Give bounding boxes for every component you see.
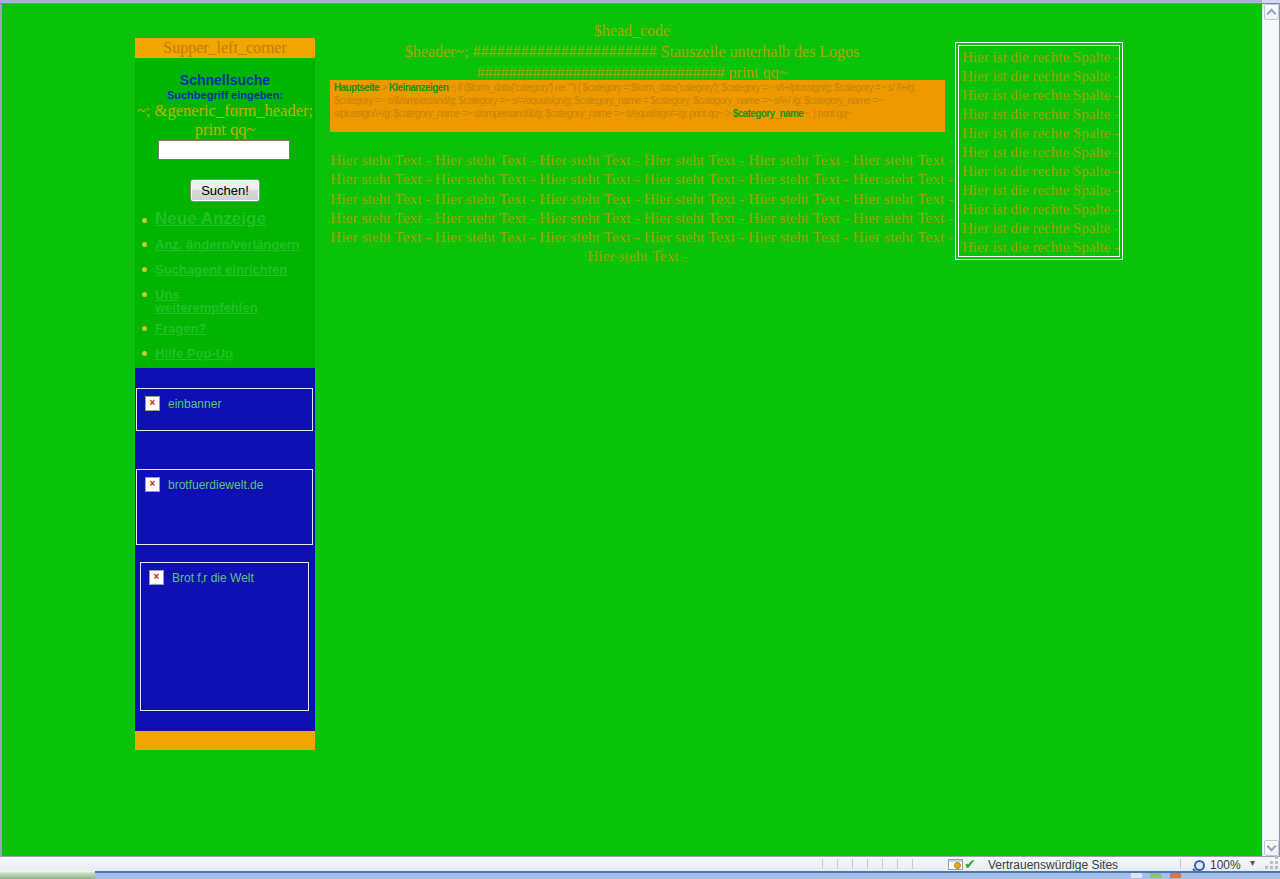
banner-label: einbanner [168, 397, 221, 411]
search-code-text: ~; &generic_form_header; print qq~ [128, 101, 322, 139]
right-line: Hier ist die rechte Spalte - [962, 86, 1119, 105]
chevron-up-icon [1267, 9, 1277, 19]
status-bar: ✔ Vertrauenswürdige Sites 100% ▾ [0, 856, 1280, 871]
right-line: Hier ist die rechte Spalte - [962, 238, 1119, 257]
right-line: Hier ist die rechte Spalte - [962, 143, 1119, 162]
right-line: Hier ist die rechte Spalte - [962, 105, 1119, 124]
search-button[interactable]: Suchen! [190, 179, 260, 202]
quick-search-subtitle: Suchbegriff eingeben: [135, 89, 315, 101]
sidebar-corner-header: Supper_left_corner [135, 38, 315, 58]
banner-label: brotfuerdiewelt.de [168, 478, 263, 492]
statusbar-separator [867, 859, 868, 869]
link-category-name[interactable]: $category_name [733, 108, 804, 119]
statusbar-separator [822, 859, 823, 869]
breadcrumb-separator: > [379, 82, 389, 93]
top-edge-cap [1262, 0, 1280, 3]
bullet-icon [142, 292, 147, 297]
statusbar-separator [837, 859, 838, 869]
link-kleinanzeigen[interactable]: Kleinanzeigen [389, 82, 448, 93]
tray-icon[interactable] [1150, 873, 1161, 878]
broken-image-icon: × [145, 477, 160, 492]
zoom-dropdown-caret[interactable]: ▾ [1250, 857, 1255, 868]
sidebar-item-suchagent[interactable]: Suchagent einrichten [135, 263, 315, 276]
bullet-icon [142, 242, 147, 247]
zoom-icon[interactable] [1194, 860, 1205, 871]
broken-image-icon: × [145, 396, 160, 411]
main-content-text: Hier steht Text - Hier steht Text - Hier… [330, 150, 945, 266]
statusbar-separator [882, 859, 883, 869]
banner-einbanner[interactable]: × einbanner [136, 388, 313, 431]
banner-brot-fuer-die-welt[interactable]: × Brot f‚r die Welt [140, 562, 309, 711]
sidebar-item-neue-anzeige[interactable]: Neue Anzeige [135, 211, 315, 227]
search-input[interactable] [158, 140, 290, 160]
check-icon: ✔ [964, 856, 976, 872]
tray-icon[interactable] [1170, 873, 1181, 878]
sidebar-item-fragen[interactable]: Fragen? [135, 322, 315, 335]
right-line: Hier ist die rechte Spalte - [962, 162, 1119, 181]
right-column-inner: Hier ist die rechte Spalte - Hier ist di… [958, 45, 1120, 257]
tray-icon[interactable] [1131, 873, 1142, 878]
quick-search-title: Schnellsuche [135, 72, 315, 88]
right-line: Hier ist die rechte Spalte - [962, 200, 1119, 219]
security-zone-icon [948, 859, 963, 870]
broken-image-icon: × [149, 570, 164, 585]
vertical-scrollbar[interactable] [1262, 4, 1279, 856]
chevron-down-icon [1267, 842, 1277, 852]
right-line: Hier ist die rechte Spalte - [962, 219, 1119, 238]
link-hauptseite[interactable]: Hauptseite [334, 82, 379, 93]
statusbar-separator [897, 859, 898, 869]
trusted-sites-label: Vertrauenswürdige Sites [988, 858, 1118, 872]
text-line: Hier steht Text - [330, 246, 945, 265]
banner-area: × einbanner × brotfuerdiewelt.de × Brot … [135, 368, 315, 731]
nav-code-tail: ~; } print qq~ [803, 108, 851, 119]
left-sidebar: Supper_left_corner Schnellsuche Suchbegr… [135, 38, 315, 750]
right-line: Hier ist die rechte Spalte - [962, 48, 1119, 67]
text-line: Hier steht Text - Hier steht Text - Hier… [330, 169, 945, 188]
bullet-icon [142, 351, 147, 356]
bullet-icon [142, 218, 147, 223]
right-line: Hier ist die rechte Spalte - [962, 124, 1119, 143]
text-line: Hier steht Text - Hier steht Text - Hier… [330, 227, 945, 246]
scroll-up-button[interactable] [1264, 4, 1279, 20]
scroll-down-button[interactable] [1264, 840, 1279, 856]
window-left-edge [0, 4, 2, 856]
resize-grip[interactable] [1275, 866, 1278, 869]
taskbar [0, 871, 1280, 879]
right-line: Hier ist die rechte Spalte - [962, 67, 1119, 86]
zoom-level[interactable]: 100% [1210, 858, 1241, 872]
statusbar-separator [1180, 859, 1181, 869]
taskbar-item[interactable] [0, 871, 95, 879]
right-column: Hier ist die rechte Spalte - Hier ist di… [955, 42, 1123, 260]
sidebar-footer-bar [135, 731, 315, 750]
banner-label: Brot f‚r die Welt [172, 571, 254, 585]
sidebar-item-weiterempfehlen[interactable]: Uns weiterempfehlen [135, 288, 315, 314]
browser-window: $head_code $header~; ###################… [0, 0, 1280, 879]
breadcrumb-navbar: Hauptseite > Kleinanzeigen~; if ($form_d… [330, 80, 945, 132]
window-top-edge [0, 0, 1280, 4]
statusbar-separator [1105, 859, 1106, 869]
sidebar-item-anz-aendern[interactable]: Anz. ändern/verlängern [135, 238, 315, 251]
bullet-icon [142, 326, 147, 331]
right-line: Hier ist die rechte Spalte - [962, 181, 1119, 200]
sidebar-item-hilfe[interactable]: Hilfe Pop-Up [135, 347, 315, 360]
statusbar-separator [912, 859, 913, 869]
text-line: Hier steht Text - Hier steht Text - Hier… [330, 150, 945, 169]
text-line: Hier steht Text - Hier steht Text - Hier… [330, 189, 945, 208]
text-line: Hier steht Text - Hier steht Text - Hier… [330, 208, 945, 227]
sidebar-nav-list: Neue Anzeige Anz. ändern/verlängern Such… [135, 211, 315, 372]
banner-brotfuerdiewelt[interactable]: × brotfuerdiewelt.de [136, 469, 313, 545]
bullet-icon [142, 267, 147, 272]
statusbar-separator [852, 859, 853, 869]
